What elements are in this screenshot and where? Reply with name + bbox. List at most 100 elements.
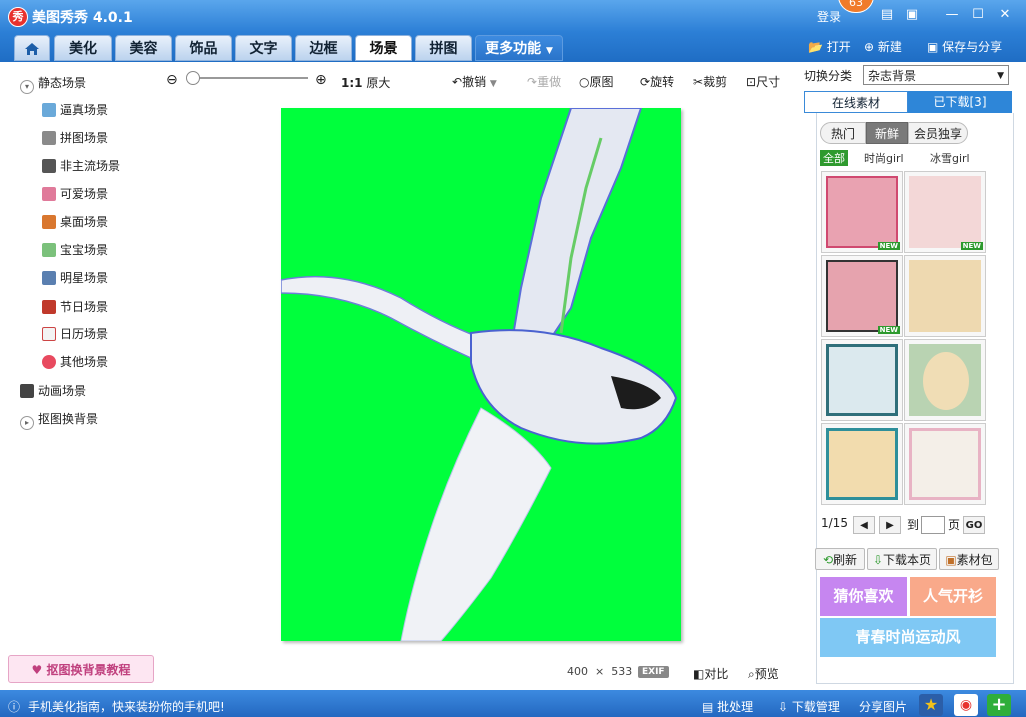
status-tip[interactable]: 手机美化指南，快来装扮你的手机吧! [28,698,225,715]
original-size-button[interactable]: 1:1 原大 [341,74,390,91]
add-plus-icon[interactable]: + [987,694,1011,716]
scene-icon [42,159,56,173]
share-image-button[interactable]: 分享图片 [859,698,907,715]
tree-item-label: 非主流场景 [60,159,121,173]
rotate-button[interactable]: ⟳旋转 [640,73,674,90]
resize-button[interactable]: ⊡尺寸 [746,73,780,90]
crop-button[interactable]: ✂裁剪 [693,73,727,90]
tree-item-cute[interactable]: 可爱场景 [42,185,108,202]
expand-icon: ▸ [20,416,34,430]
filter-all[interactable]: 全部 [820,150,848,166]
title-bar: 秀 美图秀秀 4.0.1 登录 63 ▤ ▣ — ☐ ✕ [0,0,1026,32]
login-link[interactable]: 登录 [817,8,841,25]
batch-button[interactable]: ▤ 批处理 [702,698,753,715]
page-number-input[interactable] [921,516,945,534]
redo-button[interactable]: ↷重做 [527,73,561,90]
ratio-label: 1:1 [341,76,363,90]
tree-item-calendar[interactable]: 日历场景 [42,325,108,342]
download-page-button[interactable]: ⇩下载本页 [867,548,937,570]
collapse-icon: ▾ [20,80,34,94]
save-share-button[interactable]: ▣ 保存与分享 [927,38,1002,55]
weibo-icon[interactable]: ◉ [954,694,978,716]
prev-page-button[interactable]: ◀ [853,516,875,534]
zoom-slider-knob[interactable] [186,71,200,85]
scissors-icon: ✂ [693,75,704,89]
pill-hot[interactable]: 热门 [820,122,866,144]
tree-item-nonmainstream[interactable]: 非主流场景 [42,157,120,174]
close-icon[interactable]: ✕ [995,6,1015,24]
material-thumbnail[interactable] [904,339,986,421]
filter-fashion-girl[interactable]: 时尚girl [864,150,904,166]
tree-item-star[interactable]: 明星场景 [42,269,108,286]
next-page-button[interactable]: ▶ [879,516,901,534]
refresh-button[interactable]: ⟲刷新 [815,548,865,570]
compare-button[interactable]: ◧对比 [693,665,728,682]
material-thumbnail[interactable]: NEW [904,171,986,253]
maximize-icon[interactable]: ☐ [968,6,988,24]
tree-cutout-background[interactable]: ▸ 抠图换背景 [20,410,98,430]
download-manager-button[interactable]: ⇩ 下载管理 [778,698,840,715]
tree-item-label: 逼真场景 [60,103,109,117]
tab-text[interactable]: 文字 [235,35,292,61]
tree-item-collage[interactable]: 拼图场景 [42,129,108,146]
material-thumbnail[interactable] [821,423,903,505]
minimize-icon[interactable]: — [942,6,962,24]
message-icon[interactable]: ▤ [877,6,897,24]
pill-fresh[interactable]: 新鲜 [866,122,908,144]
image-dimensions: 400 × 533 [567,665,632,678]
material-package-button[interactable]: ▣素材包 [939,548,999,570]
banner-popular-cardigan[interactable]: 人气开衫 [910,577,996,616]
material-thumbnail[interactable] [821,339,903,421]
pill-vip[interactable]: 会员独享 [908,122,968,144]
filter-ice-girl[interactable]: 冰雪girl [930,150,970,166]
tab-online-materials[interactable]: 在线素材 [804,91,908,113]
tree-animated-scenes[interactable]: 动画场景 [20,382,86,399]
tab-face[interactable]: 美容 [115,35,172,61]
tree-item-realistic[interactable]: 逼真场景 [42,101,108,118]
original-image-button[interactable]: ○原图 [579,73,614,90]
new-button[interactable]: ⊕ 新建 [864,38,902,55]
tip-icon: ⓘ [8,700,21,714]
tab-downloaded[interactable]: 已下载[3] [908,91,1012,113]
size-label: 尺寸 [756,75,781,89]
tab-collage[interactable]: 拼图 [415,35,472,61]
material-thumbnail[interactable]: NEW [821,255,903,337]
tree-item-holiday[interactable]: 节日场景 [42,298,108,315]
star-icon[interactable]: ★ [919,694,943,716]
skin-icon[interactable]: ▣ [902,6,922,24]
material-thumbnail[interactable] [904,423,986,505]
image-canvas[interactable] [281,108,681,641]
undo-button[interactable]: ↶撤销 ▼ [452,73,497,90]
tree-item-label: 明星场景 [60,271,109,285]
level-badge[interactable]: 63 [838,0,874,13]
zoom-out-icon[interactable]: ⊖ [166,72,178,88]
scene-icon [42,215,56,229]
cutout-tutorial-button[interactable]: ♥ 抠图换背景教程 [8,655,154,683]
tree-static-scenes[interactable]: ▾ 静态场景 [20,74,86,94]
tab-border[interactable]: 边框 [295,35,352,61]
tree-item-label: 节日场景 [60,300,109,314]
preview-button[interactable]: ⌕预览 [748,665,779,682]
tree-item-other[interactable]: 其他场景 [42,353,108,370]
banner-guess-you-like[interactable]: 猜你喜欢 [820,577,907,616]
tree-item-baby[interactable]: 宝宝场景 [42,241,108,258]
banner-youth-sport[interactable]: 青春时尚运动风 [820,618,996,657]
new-label: 新建 [877,40,902,54]
category-label: 切换分类 [804,69,853,83]
tree-item-desktop[interactable]: 桌面场景 [42,213,108,230]
go-button[interactable]: GO [963,516,985,534]
material-thumbnail[interactable] [904,255,986,337]
tab-scene[interactable]: 场景 [355,35,412,61]
exif-button[interactable]: EXIF [638,666,669,678]
tab-decor[interactable]: 饰品 [175,35,232,61]
home-tab[interactable] [14,35,50,61]
open-button[interactable]: 📂 打开 [808,38,851,55]
scene-icon [42,187,56,201]
material-thumbnail[interactable]: NEW [821,171,903,253]
download-icon: ⇩ [872,553,884,567]
category-select[interactable]: 杂志背景 ▼ [863,65,1009,85]
zoom-slider-track[interactable] [188,77,308,79]
zoom-in-icon[interactable]: ⊕ [315,72,327,88]
tab-beautify[interactable]: 美化 [54,35,112,61]
tab-more[interactable]: 更多功能 ▼ [475,35,563,61]
